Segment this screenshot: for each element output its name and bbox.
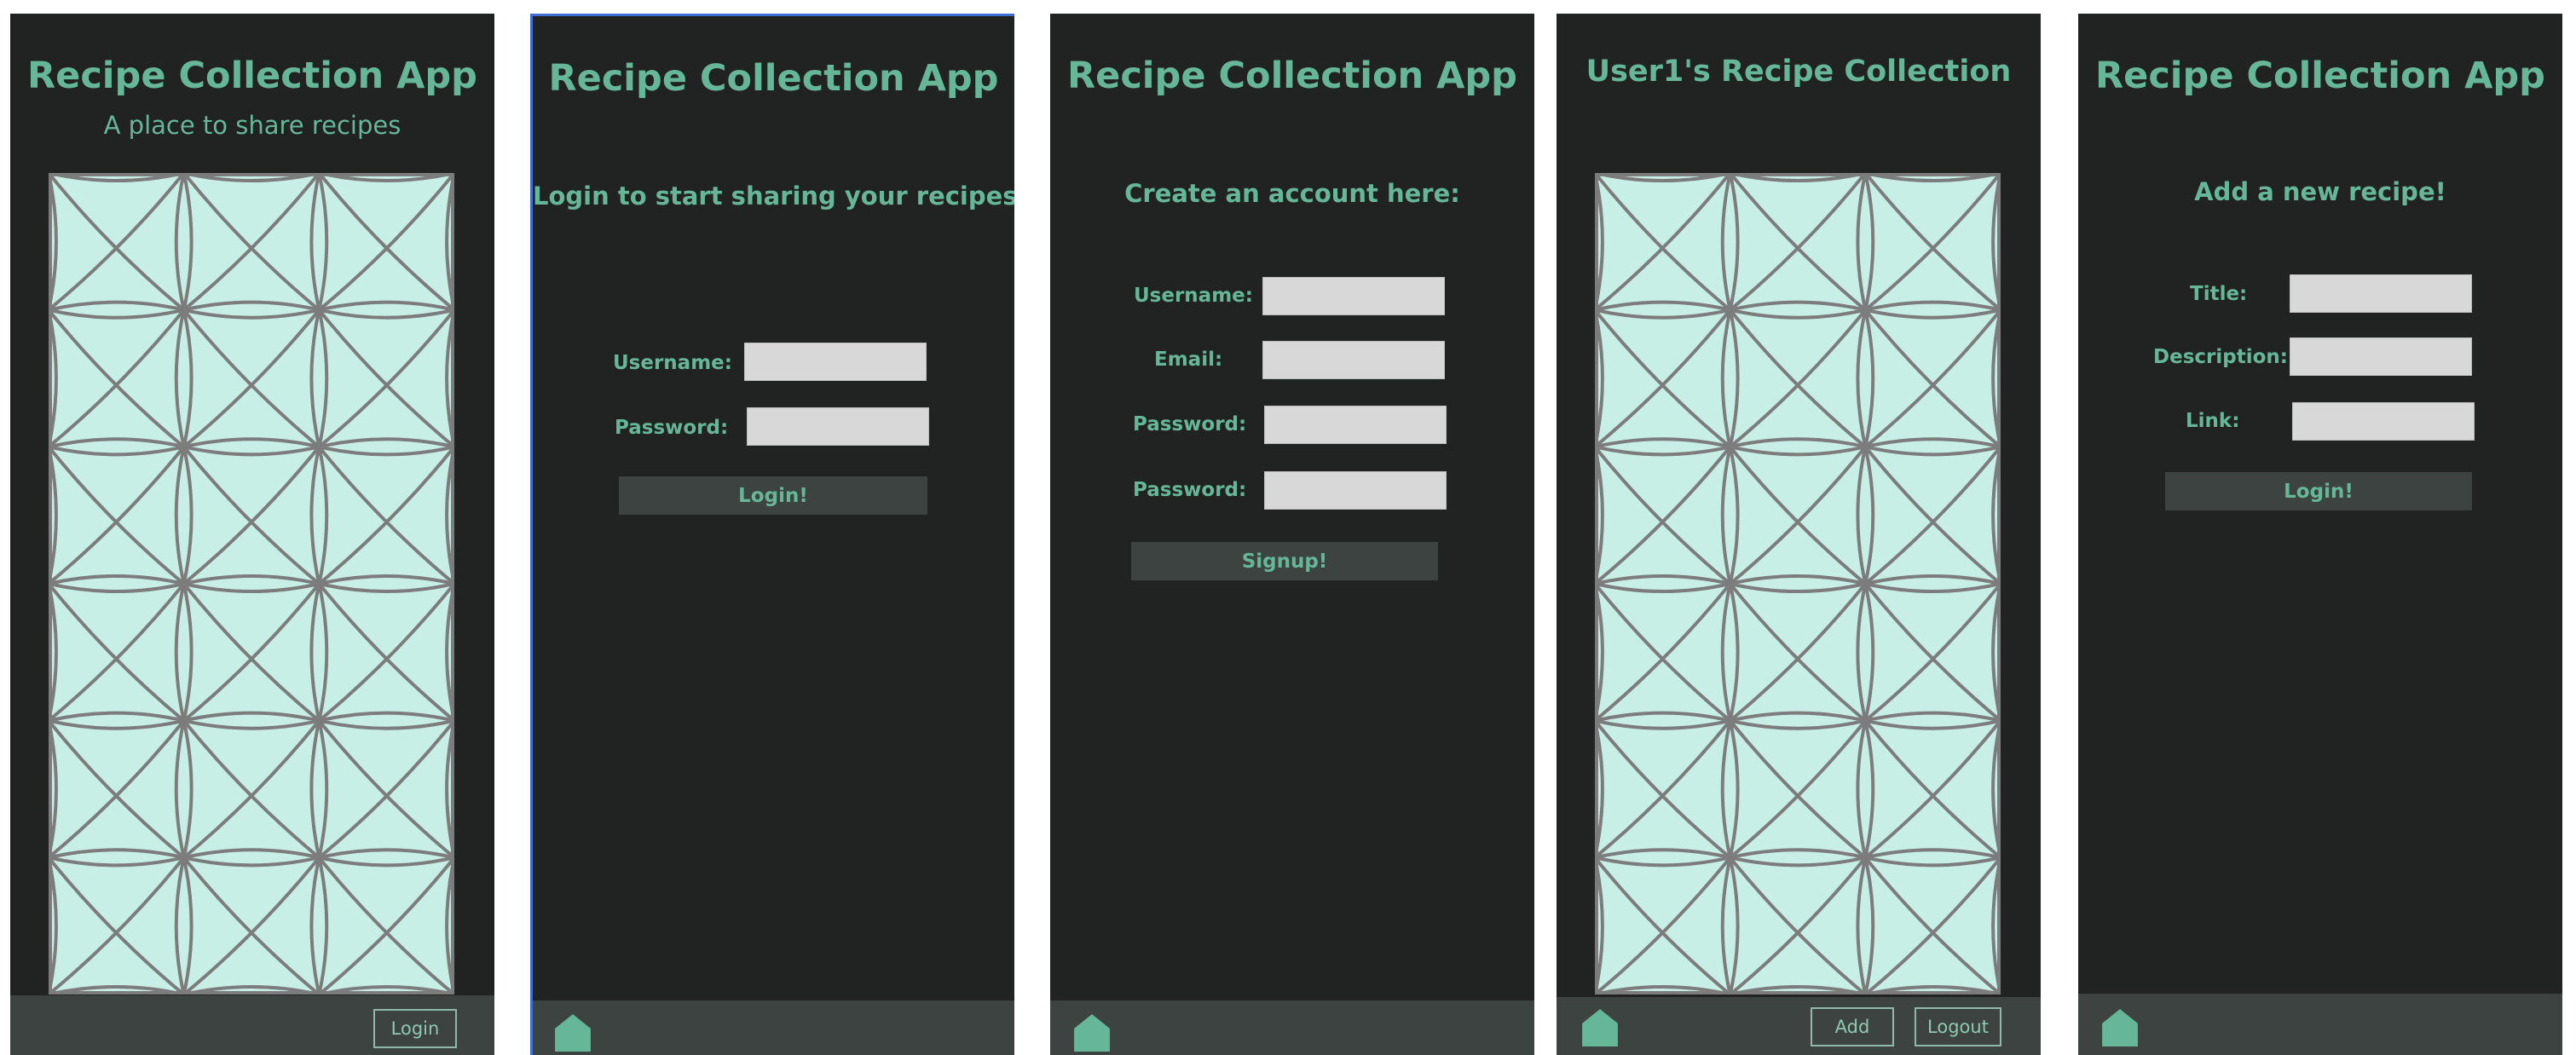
login-screen: Recipe Collection App Login to start sha…: [530, 14, 1014, 1055]
app-title: Recipe Collection App: [2095, 55, 2545, 97]
home-icon[interactable]: [1580, 1007, 1620, 1046]
home-icon[interactable]: [553, 1012, 592, 1052]
link-input[interactable]: [2292, 402, 2475, 441]
signup-submit-button[interactable]: Signup!: [1131, 542, 1438, 580]
description-label: Description:: [2153, 346, 2288, 368]
recipe-grid-graphic: [49, 173, 454, 994]
wireframe-board: Recipe Collection App A place to share r…: [0, 0, 2576, 1055]
app-subtitle: A place to share recipes: [103, 111, 401, 140]
description-input[interactable]: [2290, 337, 2472, 376]
email-input[interactable]: [1262, 341, 1445, 379]
link-label: Link:: [2186, 410, 2240, 432]
collection-title: User1's Recipe Collection: [1585, 55, 2012, 89]
title-input[interactable]: [2290, 274, 2472, 313]
add-recipe-submit-button[interactable]: Login!: [2165, 472, 2472, 510]
collection-footer: Add Logout: [1557, 997, 2041, 1055]
login-footer: [533, 1000, 1014, 1055]
signup-footer: [1050, 1000, 1534, 1055]
add-recipe-heading: Add a new recipe!: [2194, 177, 2446, 206]
login-heading: Login to start sharing your recipes!: [533, 182, 1014, 210]
title-label: Title:: [2190, 283, 2248, 305]
collection-screen: User1's Recipe Collection Add Logout: [1557, 14, 2041, 1055]
login-submit-button[interactable]: Login!: [619, 476, 927, 515]
add-button[interactable]: Add: [1811, 1007, 1894, 1046]
password-input[interactable]: [1264, 406, 1447, 444]
recipe-grid-graphic: [1595, 173, 2001, 994]
username-input[interactable]: [1262, 277, 1445, 315]
home-icon[interactable]: [1072, 1012, 1112, 1052]
app-title: Recipe Collection App: [1067, 55, 1517, 97]
password-label: Password:: [1133, 413, 1247, 435]
password-label: Password:: [615, 417, 729, 439]
landing-footer: Login: [10, 995, 494, 1055]
username-label: Username:: [613, 352, 732, 374]
app-title: Recipe Collection App: [27, 55, 477, 97]
add-recipe-footer: [2078, 994, 2562, 1055]
recipe-image-placeholder: [49, 173, 454, 994]
confirm-password-input[interactable]: [1264, 471, 1447, 510]
email-label: Email:: [1154, 349, 1223, 371]
username-input[interactable]: [744, 343, 927, 381]
add-recipe-screen: Recipe Collection App Add a new recipe! …: [2078, 14, 2562, 1055]
password-input[interactable]: [747, 407, 929, 446]
landing-screen: Recipe Collection App A place to share r…: [10, 14, 494, 1055]
signup-screen: Recipe Collection App Create an account …: [1050, 14, 1534, 1055]
logout-button[interactable]: Logout: [1915, 1007, 2001, 1046]
home-icon[interactable]: [2100, 1007, 2140, 1046]
username-label: Username:: [1134, 285, 1253, 307]
confirm-password-label: Password:: [1133, 479, 1247, 501]
login-button[interactable]: Login: [373, 1009, 457, 1048]
recipe-image-placeholder: [1595, 173, 2001, 994]
signup-heading: Create an account here:: [1124, 179, 1460, 208]
app-title: Recipe Collection App: [548, 57, 999, 100]
